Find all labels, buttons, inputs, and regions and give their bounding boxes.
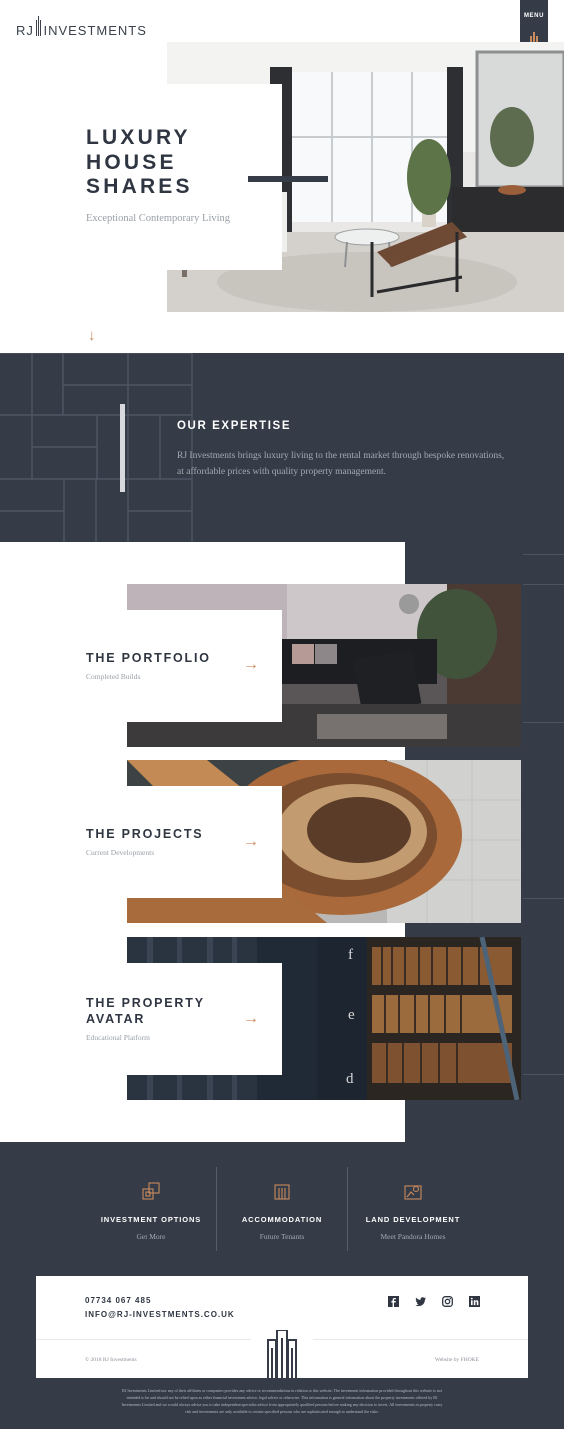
projects-title: THE PROJECTS — [86, 826, 203, 842]
website-credit-link[interactable]: Website by FHOKE — [435, 1357, 479, 1363]
footer-divider — [36, 1339, 251, 1340]
projects-title-line: THE PROJECTS — [86, 827, 204, 841]
service-subtitle: Future Tenants — [259, 1232, 305, 1241]
footer-divider — [313, 1339, 528, 1340]
social-links — [388, 1296, 480, 1307]
parquet-pattern — [0, 353, 193, 542]
expertise-text: RJ Investments brings luxury living to t… — [177, 451, 505, 477]
service-title: ACCOMMODATION — [241, 1215, 323, 1224]
svg-text:d: d — [346, 1071, 354, 1087]
menu-label: MENU — [523, 13, 545, 19]
footer-card: 07734 067 485 INFO@RJ-INVESTMENTS.CO.UK — [36, 1276, 528, 1378]
service-title: INVESTMENT OPTIONS — [100, 1215, 202, 1224]
expertise-accent-bar — [120, 404, 125, 492]
instagram-icon[interactable] — [442, 1296, 453, 1307]
facebook-icon[interactable] — [388, 1296, 399, 1307]
hero-title: LUXURY HOUSE SHARES — [86, 126, 193, 200]
projects-subtitle: Current Developments — [86, 848, 155, 857]
email-link[interactable]: INFO@RJ-INVESTMENTS.CO.UK — [85, 1310, 235, 1319]
hero-title-line: LUXURY — [86, 126, 191, 149]
portfolio-subtitle: Completed Builds — [86, 672, 141, 681]
svg-text:e: e — [348, 1007, 355, 1023]
service-title: LAND DEVELOPMENT — [365, 1215, 461, 1224]
footer-logo-icon[interactable] — [267, 1330, 297, 1378]
expertise-section: OUR EXPERTISE RJ Investments brings luxu… — [0, 353, 564, 542]
property-avatar-title: THE PROPERTY AVATAR — [86, 995, 205, 1027]
service-investment-options[interactable]: INVESTMENT OPTIONS Get More — [85, 1182, 217, 1241]
property-avatar-subtitle: Educational Platform — [86, 1033, 150, 1042]
site-logo[interactable]: RJ INVESTMENTS — [16, 13, 147, 37]
phone-link[interactable]: 07734 067 485 — [85, 1296, 151, 1305]
logo-name-text: INVESTMENTS — [43, 23, 147, 38]
investment-icon — [142, 1182, 160, 1200]
projects-arrow-icon[interactable]: → — [243, 834, 259, 850]
expertise-title: OUR EXPERTISE — [177, 420, 292, 432]
portfolio-arrow-icon[interactable]: → — [243, 657, 259, 673]
hero-accent-bar — [248, 176, 328, 182]
portfolio-title: THE PORTFOLIO — [86, 650, 211, 666]
portfolio-title-line: THE PORTFOLIO — [86, 651, 211, 665]
hero-title-line: HOUSE — [86, 150, 177, 174]
projects-card — [0, 786, 282, 898]
hero-title-line: SHARES — [86, 175, 193, 198]
copyright-text: © 2018 RJ Investments — [85, 1357, 137, 1363]
service-accommodation[interactable]: ACCOMMODATION Future Tenants — [216, 1182, 348, 1241]
hero-subtitle: Exceptional Contemporary Living — [86, 213, 231, 224]
svg-text:f: f — [348, 947, 353, 963]
portfolio-card — [0, 610, 282, 722]
property-avatar-arrow-icon[interactable]: → — [243, 1011, 259, 1027]
service-land-development[interactable]: LAND DEVELOPMENT Meet Pandora Homes — [347, 1182, 479, 1241]
property-avatar-title-line: AVATAR — [86, 1012, 146, 1026]
arrow-down-icon[interactable]: ↓ — [88, 328, 96, 343]
twitter-icon[interactable] — [415, 1296, 426, 1307]
logo-bars-icon — [35, 16, 42, 36]
logo-rj-text: RJ — [16, 23, 34, 38]
building-icon — [274, 1184, 290, 1200]
service-subtitle: Meet Pandora Homes — [380, 1232, 446, 1241]
service-subtitle: Get More — [136, 1232, 166, 1241]
legal-disclaimer: RJ Investments Limited nor any of their … — [121, 1388, 443, 1414]
land-icon — [404, 1185, 422, 1200]
property-avatar-title-line: THE PROPERTY — [86, 996, 205, 1010]
linkedin-icon[interactable] — [469, 1296, 480, 1307]
